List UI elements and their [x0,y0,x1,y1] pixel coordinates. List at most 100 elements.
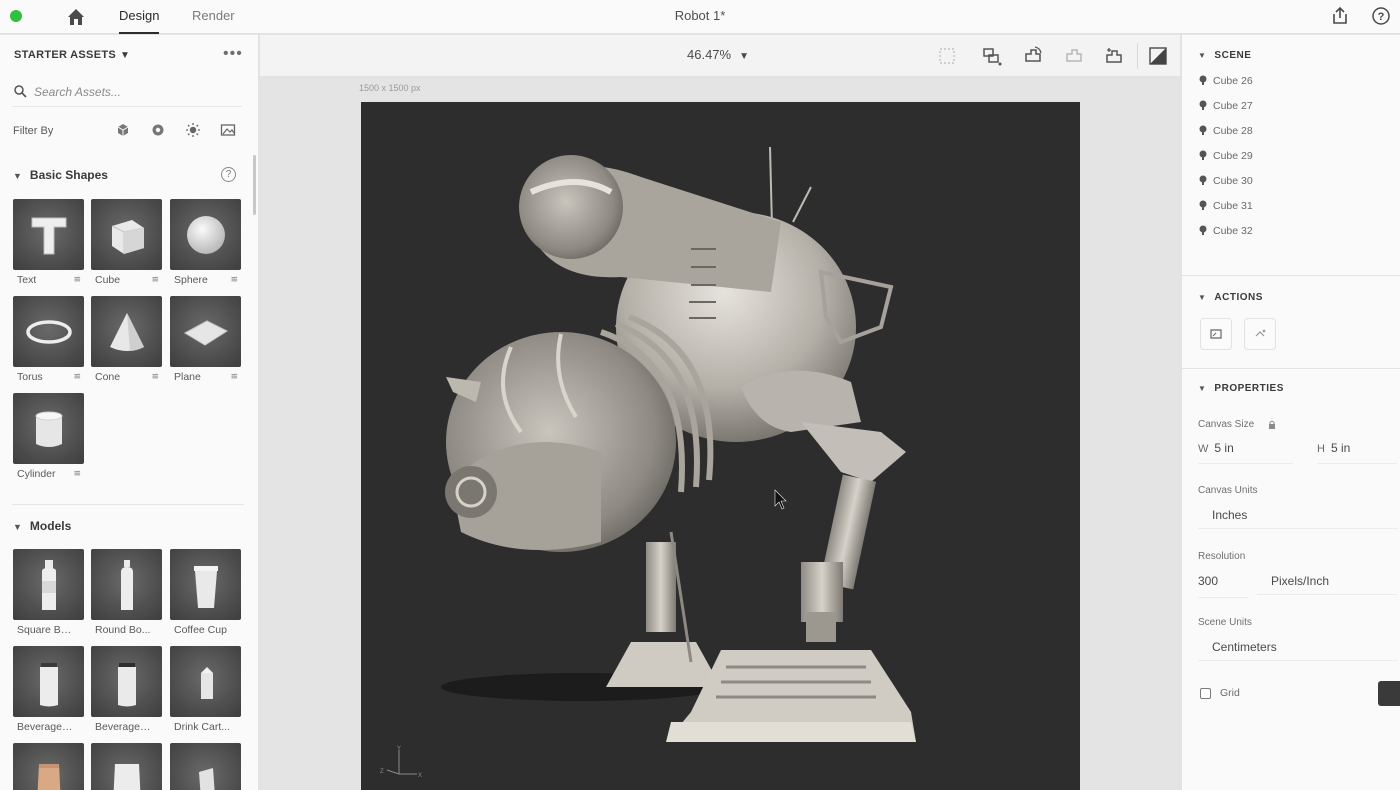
scene-item-label: Cube 31 [1213,200,1253,212]
asset-label: Drink Cart... [174,721,230,733]
cylinder-shape-icon [13,393,84,464]
scene-item[interactable]: Cube 31 [1198,199,1253,215]
properties-section-header[interactable]: ▼ PROPERTIES [1198,383,1284,394]
asset-cylinder[interactable]: Cylinder ≌ [13,393,85,480]
scene-item[interactable]: Cube 27 [1198,99,1253,115]
asset-plane[interactable]: Plane ≌ [170,296,242,383]
dolly-tool-icon[interactable] [1103,45,1125,67]
asset-label: Beverage ... [95,721,151,733]
model-filter-icon[interactable] [115,122,131,138]
svg-text:X: X [418,773,422,779]
beverage-can-icon [13,646,84,717]
zoom-value: 46.47% [687,47,732,62]
tab-design[interactable]: Design [119,0,160,34]
share-icon[interactable] [1330,6,1350,26]
actions-section-header[interactable]: ▼ ACTIONS [1198,292,1263,303]
asset-square-bottle[interactable]: Square Bo... [13,549,85,636]
asset-coffee-bag[interactable] [13,743,85,790]
asset-sphere[interactable]: Sphere ≌ [170,199,242,286]
help-icon[interactable]: ? [221,167,236,182]
search-input[interactable] [34,82,234,102]
lock-icon[interactable] [1268,420,1276,429]
robot-3d-model[interactable] [361,102,1080,790]
asset-menu-icon[interactable]: ≌ [73,274,81,286]
asset-menu-icon[interactable]: ≌ [151,274,159,286]
asset-menu-icon[interactable]: ≌ [151,371,159,383]
pan-tool-icon[interactable] [1063,45,1085,67]
basic-shapes-section[interactable]: ▼ Basic Shapes [13,168,108,182]
properties-panel: ▼ SCENE Cube 26 Cube 27 Cube 28 Cube 29 C… [1181,35,1400,790]
asset-round-bottle[interactable]: Round Bo... [91,549,163,636]
panel-collapse-button[interactable] [1378,681,1400,706]
pouch-icon [91,743,162,790]
asset-menu-icon[interactable]: ≌ [73,371,81,383]
frame-icon[interactable] [936,45,958,67]
orbit-tool-icon[interactable] [1022,45,1044,67]
scrollbar[interactable] [253,155,256,215]
asset-label: Square Bo... [17,624,73,636]
object-icon [1199,225,1207,235]
asset-drink-carton[interactable]: Drink Cart... [170,646,242,733]
asset-torus[interactable]: Torus ≌ [13,296,85,383]
scene-item[interactable]: Cube 30 [1198,174,1253,190]
square-bottle-icon [13,549,84,620]
asset-menu-icon[interactable]: ≌ [230,371,238,383]
snap-button[interactable] [1244,318,1276,350]
chevron-down-icon: ▼ [13,171,22,181]
asset-box[interactable] [170,743,242,790]
text-shape-icon [13,199,84,270]
asset-beverage-can-2[interactable]: Beverage ... [91,646,163,733]
scene-item[interactable]: Cube 29 [1198,149,1253,165]
top-bar: Design Render Robot 1* ? [0,0,1400,34]
resolution-input[interactable] [1198,574,1238,588]
asset-label: Cube [95,274,121,286]
section-divider [12,504,244,505]
select-tool-icon[interactable] [981,45,1003,67]
width-field[interactable]: W [1198,441,1255,465]
more-options-icon[interactable]: ••• [223,45,243,63]
asset-menu-icon[interactable]: ≌ [73,468,81,480]
tab-render[interactable]: Render [192,0,235,34]
torus-shape-icon [13,296,84,367]
asset-cone[interactable]: Cone ≌ [91,296,163,383]
scene-item[interactable]: Cube 26 [1198,74,1253,90]
field-underline [1198,463,1293,464]
scene-item[interactable]: Cube 28 [1198,124,1253,140]
asset-cube[interactable]: Cube ≌ [91,199,163,286]
zoom-dropdown[interactable]: 46.47% ▼ [687,47,749,62]
asset-coffee-cup[interactable]: Coffee Cup [170,549,242,636]
models-section[interactable]: ▼ Models [13,519,71,533]
scene-units-dropdown[interactable]: Centimeters [1198,633,1398,661]
asset-menu-icon[interactable]: ≌ [230,274,238,286]
resolution-field[interactable] [1198,574,1238,598]
grid-checkbox[interactable] [1200,688,1211,699]
svg-text:Y: Y [397,746,401,752]
3d-viewport[interactable]: Y X Z [361,102,1080,790]
axis-gizmo-icon: Y X Z [380,746,422,779]
image-filter-icon[interactable] [220,122,236,138]
height-input[interactable] [1330,441,1371,455]
scene-section-header[interactable]: ▼ SCENE [1198,50,1251,61]
fit-to-canvas-button[interactable] [1200,318,1232,350]
models-title: Models [29,519,72,533]
object-icon [1199,150,1207,160]
height-field[interactable]: H [1317,441,1371,465]
light-filter-icon[interactable] [185,122,201,138]
home-icon[interactable] [65,7,87,27]
render-preview-icon[interactable] [1147,45,1169,67]
resolution-label: Resolution [1198,551,1246,562]
asset-beverage-can-1[interactable]: Beverage ... [13,646,85,733]
starter-assets-dropdown[interactable]: STARTER ASSETS ▼ [14,49,130,61]
help-icon[interactable]: ? [1371,6,1391,26]
asset-pouch[interactable] [91,743,163,790]
snap-icon [1255,329,1266,337]
box-icon [170,743,241,790]
asset-text[interactable]: Text ≌ [13,199,85,286]
scene-item[interactable]: Cube 32 [1198,224,1253,240]
resolution-unit-dropdown[interactable]: Pixels/Inch [1257,567,1397,595]
material-filter-icon[interactable] [150,122,166,138]
width-input[interactable] [1214,441,1255,455]
round-bottle-icon [91,549,162,620]
search-icon [14,85,27,98]
canvas-units-dropdown[interactable]: Inches [1198,501,1398,529]
